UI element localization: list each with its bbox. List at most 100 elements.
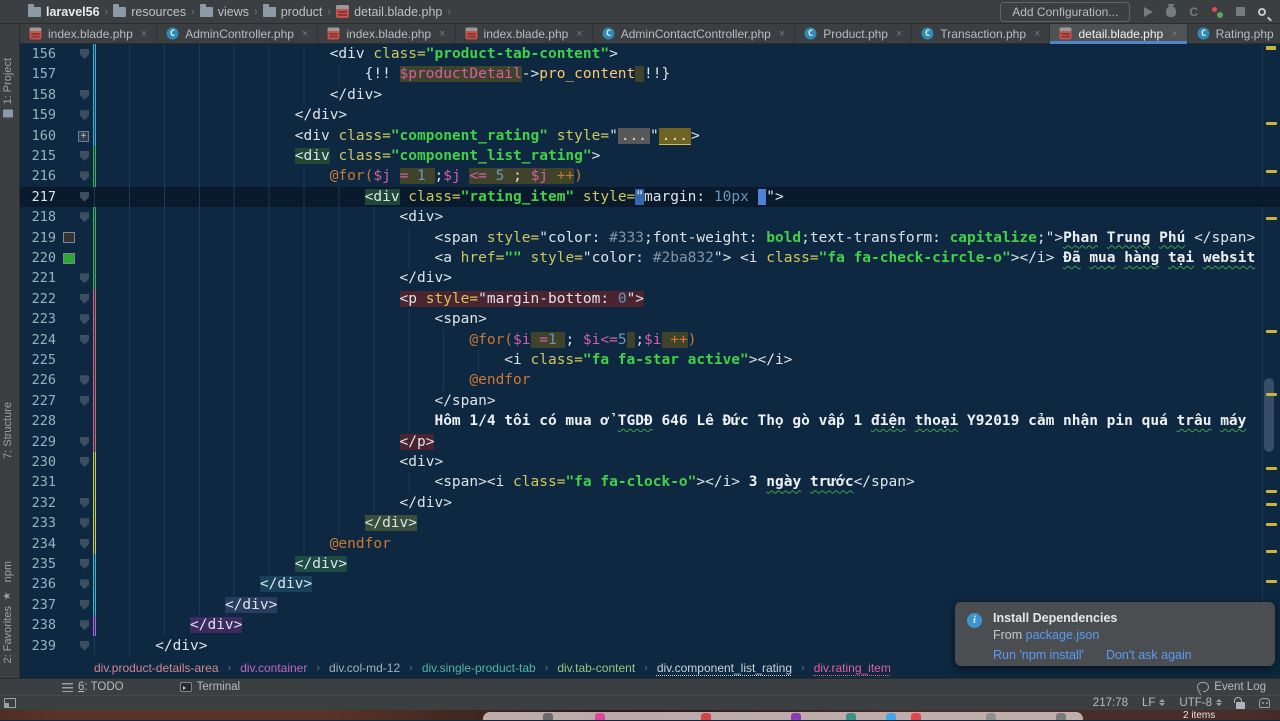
element-breadcrumb[interactable]: div.rating_item — [814, 661, 891, 675]
color-preview-swatch[interactable] — [63, 252, 75, 264]
line-number[interactable]: 228 — [20, 411, 56, 431]
package-json-link[interactable]: package.json — [1026, 628, 1100, 642]
code-text[interactable]: @endfor — [94, 533, 391, 554]
dock-app-icon[interactable] — [846, 713, 856, 720]
code-line[interactable]: 217 <div class="rating_item" style="margi… — [20, 186, 1280, 208]
code-line[interactable]: 226 @endfor — [20, 370, 1280, 391]
tab-close-icon[interactable]: × — [896, 28, 902, 40]
code-line[interactable]: 227 </span> — [20, 390, 1280, 412]
code-text[interactable]: Hôm 1/4 tôi có mua ở TGDĐ 646 Lê Đức Thọ… — [94, 411, 1246, 432]
editor-tab[interactable]: index.blade.php × — [20, 24, 158, 43]
tab-close-icon[interactable]: × — [141, 28, 147, 40]
fold-marker-icon[interactable] — [80, 599, 89, 610]
dock-app-icon[interactable] — [595, 713, 605, 720]
breadcrumb-item[interactable]: product — [262, 3, 322, 19]
code-line[interactable]: 220 <a href="" style="color: #2ba832"> <i… — [20, 248, 1280, 269]
color-preview-swatch[interactable] — [63, 232, 75, 244]
code-text[interactable]: </span> — [94, 390, 496, 412]
code-line[interactable]: 229 </p> — [20, 431, 1280, 452]
line-number[interactable]: 222 — [20, 289, 56, 309]
line-number[interactable]: 159 — [20, 105, 56, 125]
editor-tab[interactable]: index.blade.php × — [318, 24, 456, 43]
code-line[interactable]: 219 <span style="color: #333;font-weight:… — [20, 227, 1280, 248]
line-number[interactable]: 157 — [20, 64, 56, 84]
line-number[interactable]: 219 — [20, 228, 56, 248]
encoding-selector[interactable]: UTF-8 — [1179, 697, 1222, 709]
code-line[interactable]: 235 </div> — [20, 554, 1280, 575]
element-breadcrumb[interactable]: div.product-details-area — [94, 661, 219, 675]
fold-marker-icon[interactable] — [80, 395, 89, 406]
line-number[interactable]: 215 — [20, 146, 56, 166]
run-icon[interactable] — [1144, 6, 1154, 17]
fold-marker-icon[interactable] — [80, 212, 89, 223]
line-number[interactable]: 238 — [20, 615, 56, 635]
coverage-icon[interactable]: C — [1189, 5, 1198, 19]
code-text[interactable]: <span><i class="fa fa-clock-o"></i> 3 ng… — [94, 472, 915, 493]
line-number[interactable]: 235 — [20, 554, 56, 574]
code-text[interactable]: </div> — [94, 554, 348, 575]
code-text[interactable]: <span> — [94, 309, 487, 330]
tab-close-icon[interactable]: × — [576, 28, 582, 40]
readonly-lock-icon[interactable] — [1234, 696, 1245, 709]
tool-strip-npm[interactable]: npm — [2, 561, 14, 582]
code-line[interactable]: 221 </div> — [20, 268, 1280, 289]
dock-app-icon[interactable] — [791, 713, 801, 720]
fold-marker-icon[interactable] — [80, 293, 89, 304]
line-number[interactable]: 226 — [20, 370, 56, 390]
code-text[interactable]: <a href="" style="color: #2ba832"> <i cl… — [94, 248, 1255, 269]
code-text[interactable]: </p> — [94, 431, 435, 452]
fold-marker-icon[interactable] — [80, 620, 89, 631]
code-line[interactable]: 218 <div> — [20, 207, 1280, 228]
code-line[interactable]: 158 </div> — [20, 84, 1280, 106]
code-line[interactable]: 223 <span> — [20, 309, 1280, 330]
terminal-toolwindow-button[interactable]: Terminal — [179, 681, 240, 693]
code-text[interactable]: <div class="component_list_rating"> — [94, 146, 600, 167]
dock-app-icon[interactable] — [701, 713, 711, 720]
line-number[interactable]: 156 — [20, 44, 56, 64]
element-breadcrumb[interactable]: div.single-product-tab — [422, 661, 536, 675]
code-text[interactable]: </div> — [94, 268, 452, 289]
code-line[interactable]: 232 </div> — [20, 492, 1280, 514]
line-number[interactable]: 216 — [20, 166, 56, 186]
dock-app-icon[interactable] — [1056, 713, 1066, 720]
dock-app-icon[interactable] — [886, 713, 896, 720]
line-ending-selector[interactable]: LF — [1142, 697, 1166, 709]
profiler-icon[interactable] — [1211, 6, 1223, 18]
code-line[interactable]: 216 @for($j = 1 ;$j <= 5 ; $j ++) — [20, 166, 1280, 187]
install-dependencies-notification[interactable]: i Install Dependencies From package.json… — [955, 602, 1275, 666]
fold-marker-icon[interactable] — [80, 151, 89, 161]
code-text[interactable]: </div> — [94, 635, 208, 656]
macos-dock[interactable] — [483, 712, 1083, 720]
code-line[interactable]: 157 {!! $productDetail->pro_content !!} — [20, 64, 1280, 85]
fold-marker-icon[interactable] — [80, 497, 89, 508]
tool-strip-structure[interactable]: 7: Structure — [2, 402, 14, 459]
dock-app-icon[interactable] — [986, 713, 996, 720]
breadcrumb-item[interactable]: resources — [113, 3, 186, 19]
fold-marker-icon[interactable] — [80, 49, 89, 59]
element-breadcrumb[interactable]: div.col-md-12 — [329, 661, 400, 675]
code-line[interactable]: 231 <span><i class="fa fa-clock-o"></i> 3… — [20, 472, 1280, 493]
fold-marker-icon[interactable] — [80, 334, 89, 345]
code-text[interactable]: @for($j = 1 ;$j <= 5 ; $j ++) — [94, 166, 583, 187]
dock-app-icon[interactable] — [911, 713, 921, 720]
code-line[interactable]: 159 </div> — [20, 105, 1280, 126]
breadcrumb-item[interactable]: laravel56 — [28, 3, 100, 19]
code-text[interactable]: </div> — [94, 105, 347, 126]
code-line[interactable]: 156 <div class="product-tab-content"> — [20, 44, 1280, 65]
code-text[interactable]: <p style="margin-bottom: 0"> — [94, 288, 645, 310]
stop-icon[interactable] — [1236, 7, 1245, 16]
fold-marker-icon[interactable] — [80, 518, 89, 529]
line-number[interactable]: 218 — [20, 207, 56, 227]
fold-marker-icon[interactable] — [80, 436, 89, 447]
fold-marker-icon[interactable] — [80, 110, 89, 121]
line-number[interactable]: 231 — [20, 472, 56, 492]
debug-icon[interactable] — [1166, 4, 1177, 17]
code-text[interactable]: <div class="rating_item" style="margin: … — [94, 186, 784, 208]
tool-strip-project[interactable]: 1: Project — [2, 58, 14, 118]
code-line[interactable]: 234 @endfor — [20, 533, 1280, 554]
line-number[interactable]: 229 — [20, 432, 56, 452]
element-breadcrumb[interactable]: div.container — [240, 661, 307, 675]
fold-marker-icon[interactable] — [80, 559, 89, 569]
tab-close-icon[interactable]: × — [779, 28, 785, 40]
fold-marker-icon[interactable] — [80, 640, 89, 651]
